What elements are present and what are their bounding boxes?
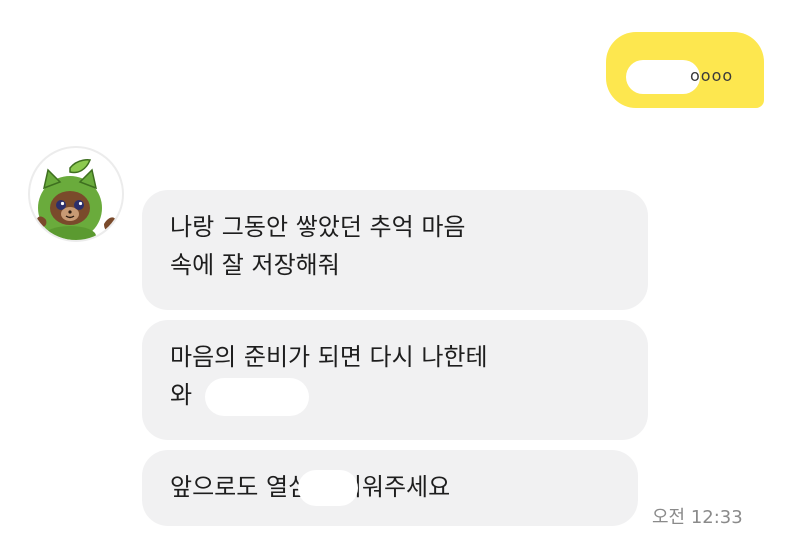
cat-in-leaf-hood-avatar-icon — [36, 159, 117, 240]
received-message-bubble[interactable]: 나랑 그동안 쌓았던 추억 마음 속에 잘 저장해줘 — [142, 190, 648, 310]
redacted-area — [626, 60, 700, 94]
sent-message-text: oooo — [690, 66, 734, 85]
message-timestamp: 오전 12:33 — [652, 507, 743, 528]
redacted-area — [298, 470, 358, 506]
received-message-bubble[interactable]: 앞으로도 열심히 키워주세요 — [142, 450, 638, 526]
redacted-area — [205, 378, 309, 416]
chat-screen: oooo 나랑 그동안 쌓았던 추억 마음 속에 잘 저장해줘 마음의 준비가 … — [0, 0, 800, 533]
profile-avatar[interactable] — [28, 146, 124, 242]
